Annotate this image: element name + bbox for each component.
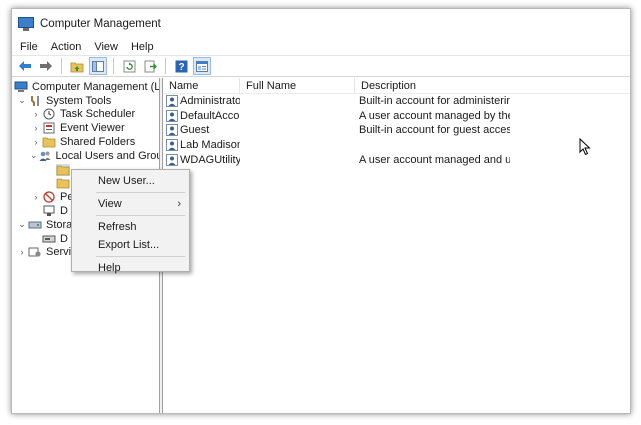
event-viewer-icon (42, 122, 56, 134)
user-description: A user account managed and use... (359, 153, 510, 166)
user-name: Administrator (180, 95, 240, 108)
chevron-right-icon[interactable]: › (30, 122, 42, 134)
user-account-icon (166, 139, 178, 152)
tree-item-system-tools[interactable]: ⌄ System Tools (12, 94, 159, 108)
menu-separator (96, 215, 185, 216)
user-name: Guest (180, 124, 210, 137)
user-row[interactable]: WDAGUtility... A user account managed an… (163, 152, 630, 167)
tree-label-event-viewer: Event Viewer (60, 122, 125, 135)
user-name: Lab Madison (180, 139, 240, 152)
user-description: Built-in account for administering... (359, 95, 510, 108)
export-list-icon[interactable] (141, 57, 159, 75)
device-manager-icon (42, 205, 56, 217)
computer-management-icon (18, 17, 34, 31)
user-description: A user account managed by the s... (359, 109, 510, 122)
computer-icon (14, 81, 28, 93)
tree-label-disk-management: D (60, 232, 68, 245)
tree-label-root: Computer Management (Local (32, 80, 160, 93)
forward-arrow-icon[interactable] (37, 57, 55, 75)
menu-item-view[interactable]: View › (72, 195, 189, 213)
toolbar-separator (113, 58, 114, 74)
disk-management-icon (42, 233, 56, 245)
chevron-down-icon[interactable]: ⌄ (16, 219, 28, 231)
menu-help[interactable]: Help (125, 41, 161, 53)
task-scheduler-icon (42, 108, 56, 120)
folder-icon (56, 177, 70, 189)
column-header-full-name[interactable]: Full Name (240, 78, 355, 93)
user-name: DefaultAcco... (180, 109, 240, 122)
tree-item-root[interactable]: Computer Management (Local (12, 80, 159, 94)
tree-item-task-scheduler[interactable]: › Task Scheduler (12, 108, 159, 122)
column-header-name[interactable]: Name (163, 78, 240, 93)
user-row[interactable]: DefaultAcco... A user account managed by… (163, 109, 630, 124)
menu-action[interactable]: Action (45, 41, 89, 53)
folder-icon (56, 163, 70, 176)
user-name: WDAGUtility... (180, 153, 240, 166)
user-row[interactable]: Guest Built-in account for guest access … (163, 123, 630, 138)
column-header-description[interactable]: Description (355, 78, 505, 93)
tree-label-system-tools: System Tools (46, 94, 112, 107)
mouse-cursor-icon (579, 138, 591, 156)
chevron-right-icon[interactable]: › (30, 136, 42, 148)
chevron-right-icon[interactable]: › (30, 191, 42, 203)
up-folder-icon[interactable] (68, 57, 86, 75)
tree-label-local-users-groups: Local Users and Groups (55, 149, 159, 162)
menu-item-refresh[interactable]: Refresh (72, 218, 189, 236)
window-title: Computer Management (40, 18, 161, 30)
back-arrow-icon[interactable] (16, 57, 34, 75)
menu-item-new-user[interactable]: New User... (72, 172, 189, 190)
toolbar: ? (12, 55, 630, 77)
chevron-right-icon[interactable]: › (16, 246, 28, 258)
refresh-icon[interactable] (120, 57, 138, 75)
menu-separator (96, 192, 185, 193)
services-icon (28, 246, 42, 258)
menu-file[interactable]: File (14, 41, 45, 53)
tree-item-shared-folders[interactable]: › Shared Folders (12, 135, 159, 149)
toolbar-separator (165, 58, 166, 74)
tree-label-shared-folders: Shared Folders (60, 136, 136, 149)
context-menu: New User... View › Refresh Export List..… (71, 169, 190, 274)
menu-item-export-list[interactable]: Export List... (72, 236, 189, 254)
storage-icon (28, 219, 42, 231)
menu-view[interactable]: View (88, 41, 125, 53)
menu-item-view-label: View (98, 198, 122, 210)
user-row[interactable]: Lab Madison (163, 138, 630, 153)
tree-label-task-scheduler: Task Scheduler (60, 108, 136, 121)
toolbar-separator (61, 58, 62, 74)
user-account-icon (166, 109, 178, 122)
performance-icon (42, 191, 56, 203)
system-tools-icon (28, 95, 42, 107)
menu-separator (96, 256, 185, 257)
shared-folder-icon (42, 136, 56, 148)
menu-bar: File Action View Help (12, 39, 630, 55)
users-list-view: Name Full Name Description Administrator… (163, 78, 630, 413)
users-group-icon (38, 150, 52, 162)
user-account-icon (166, 124, 178, 137)
chevron-right-icon[interactable]: › (30, 108, 42, 120)
help-icon[interactable]: ? (172, 57, 190, 75)
tree-label-storage: Stora (46, 218, 73, 231)
chevron-right-icon: › (177, 198, 181, 210)
chevron-down-icon[interactable]: ⌄ (16, 95, 28, 107)
list-header: Name Full Name Description (163, 78, 630, 94)
menu-item-help[interactable]: Help (72, 259, 189, 277)
user-account-icon (166, 95, 178, 108)
user-description: Built-in account for guest access t... (359, 124, 510, 137)
tree-item-local-users-groups[interactable]: ⌄ Local Users and Groups (12, 149, 159, 163)
user-row[interactable]: Administrator Built-in account for admin… (163, 94, 630, 109)
tree-label-device-manager: D (60, 205, 68, 218)
properties-icon[interactable] (193, 57, 211, 75)
show-hide-tree-icon[interactable] (89, 57, 107, 75)
title-bar[interactable]: Computer Management (12, 9, 630, 39)
chevron-down-icon[interactable]: ⌄ (30, 150, 38, 162)
svg-text:?: ? (178, 62, 184, 73)
user-account-icon (166, 153, 178, 166)
tree-item-event-viewer[interactable]: › Event Viewer (12, 121, 159, 135)
